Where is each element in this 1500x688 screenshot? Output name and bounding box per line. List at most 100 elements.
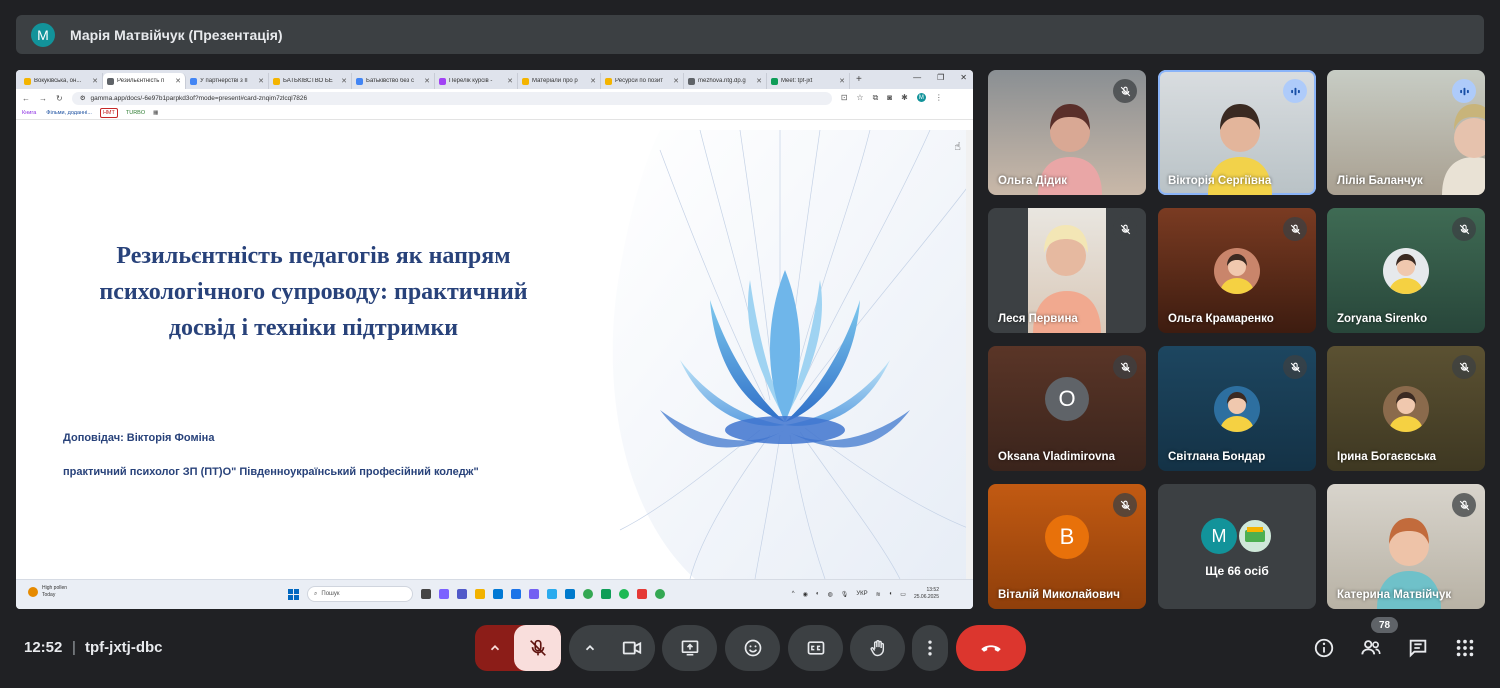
end-call-button[interactable] bbox=[956, 625, 1026, 671]
participant-name: Ірина Богаєвська bbox=[1337, 451, 1437, 463]
site-info-icon: ⚙ bbox=[79, 95, 86, 102]
participant-tile[interactable]: В Віталій Миколайович bbox=[988, 484, 1146, 609]
weather-title: High pollen bbox=[42, 585, 68, 591]
taskbar-apps: ⌕ Пошук bbox=[288, 586, 665, 602]
audio-options-button[interactable] bbox=[475, 625, 515, 671]
mic-off-icon bbox=[1290, 362, 1300, 372]
slide-speaker: Доповідач: Вікторія Фоміна bbox=[63, 432, 215, 444]
meeting-details-button[interactable] bbox=[1311, 635, 1337, 661]
presentation-slide: Резильєнтність педагогів як напрям психо… bbox=[16, 130, 973, 579]
browser-tab-label: БАТЬКІВСТВО БЕ bbox=[283, 78, 333, 84]
hand-icon bbox=[870, 639, 884, 657]
people-button[interactable] bbox=[1358, 635, 1384, 661]
browser-tab: Ресурси по позит ✕ bbox=[601, 73, 684, 89]
task-view-icon bbox=[421, 589, 431, 599]
participant-tile[interactable]: Леся Первина bbox=[988, 208, 1146, 333]
forward-icon: → bbox=[39, 93, 47, 103]
participant-tile[interactable]: Лілія Баланчук bbox=[1327, 70, 1485, 195]
favicon-icon bbox=[688, 77, 695, 85]
chrome-icon bbox=[583, 589, 593, 599]
star-icon: ☆ bbox=[856, 93, 864, 102]
viber-icon bbox=[529, 589, 539, 599]
mic-tray-icon: 🎙 bbox=[840, 591, 849, 598]
mic-muted-indicator bbox=[1283, 217, 1307, 241]
meeting-controls-bar: 12:52 | tpf-jxtj-dbc 78 bbox=[0, 617, 1500, 676]
tray-icon: ◐ bbox=[815, 591, 820, 597]
address-icons: ⊡ ☆ ⧉ ◙ ✱ М ⋮ bbox=[841, 93, 943, 103]
mic-muted-indicator bbox=[1113, 355, 1137, 379]
participant-name: Oksana Vladimirovna bbox=[998, 451, 1115, 463]
favicon-icon bbox=[107, 77, 114, 85]
participant-tile[interactable]: Ольга Дідик bbox=[988, 70, 1146, 195]
shared-screen[interactable]: Вокуківська, он... ✕ Резильєнтність п ✕ У па… bbox=[16, 70, 973, 609]
bookmark-item: НМТ bbox=[99, 108, 118, 118]
system-tray: ^ ◉ ◐ ◍ 🎙 УКР ≋ ◖ ▭ 13:52 25.06.2025 bbox=[792, 587, 939, 601]
camera-toggle-button[interactable] bbox=[609, 625, 655, 671]
browser-tab: Meet: tpf-jxt ✕ bbox=[767, 73, 850, 89]
weather-widget: High pollen Today bbox=[28, 585, 67, 599]
reactions-button[interactable] bbox=[725, 625, 780, 671]
app-icon bbox=[601, 589, 611, 599]
favicon-icon bbox=[605, 77, 612, 85]
browser-tab: БАТЬКІВСТВО БЕ ✕ bbox=[269, 73, 352, 89]
speaking-indicator bbox=[1283, 79, 1307, 103]
mic-toggle-button[interactable] bbox=[514, 625, 561, 671]
participant-tile[interactable]: Ірина Богаєвська bbox=[1327, 346, 1485, 471]
participant-name: Віталій Миколайович bbox=[998, 589, 1120, 601]
close-tab-icon: ✕ bbox=[839, 78, 845, 85]
slide-title: Резильєнтність педагогів як напрям психо… bbox=[99, 243, 528, 341]
close-tab-icon: ✕ bbox=[341, 78, 347, 85]
more-participants-tile[interactable]: М Ще 66 осіб bbox=[1158, 484, 1316, 609]
participant-tile[interactable]: Світлана Бондар bbox=[1158, 346, 1316, 471]
separator: | bbox=[72, 639, 76, 656]
battery-icon: ▭ bbox=[900, 591, 906, 598]
window-controls: — ❐ ✕ bbox=[913, 73, 967, 82]
app-icon bbox=[637, 589, 647, 599]
taskbar-search: ⌕ Пошук bbox=[307, 586, 413, 602]
install-icon: ⊡ bbox=[840, 93, 848, 102]
extension-icon: ⧉ bbox=[872, 93, 879, 102]
more-avatar-photo bbox=[1237, 518, 1273, 554]
activities-button[interactable] bbox=[1452, 635, 1478, 661]
windows-start-icon bbox=[288, 588, 299, 600]
close-window-icon: ✕ bbox=[960, 73, 967, 82]
raise-hand-button[interactable] bbox=[850, 625, 905, 671]
chat-icon bbox=[1409, 639, 1427, 658]
browser-tab-label: Батьківство без с bbox=[366, 78, 414, 84]
participant-tile[interactable]: Ольга Крамаренко bbox=[1158, 208, 1316, 333]
spotify-icon bbox=[619, 589, 629, 599]
browser-tabstrip: Вокуківська, он... ✕ Резильєнтність п ✕ У па… bbox=[16, 70, 973, 89]
pollen-icon bbox=[28, 587, 38, 597]
participant-tile[interactable]: O Oksana Vladimirovna bbox=[988, 346, 1146, 471]
meeting-code: tpf-jxtj-dbc bbox=[85, 639, 163, 656]
participant-tile[interactable]: Катерина Матвійчук bbox=[1327, 484, 1485, 609]
video-options-button[interactable] bbox=[569, 625, 611, 671]
apps-grid-icon bbox=[1456, 639, 1474, 657]
tray-icon: ◍ bbox=[827, 591, 833, 598]
present-screen-button[interactable] bbox=[662, 625, 717, 671]
chat-button[interactable] bbox=[1405, 635, 1431, 661]
captions-button[interactable] bbox=[788, 625, 843, 671]
more-options-button[interactable] bbox=[912, 625, 948, 671]
participant-tile[interactable]: Zoryana Sirenko bbox=[1327, 208, 1485, 333]
close-tab-icon: ✕ bbox=[590, 78, 596, 85]
hang-up-icon bbox=[981, 645, 1001, 652]
back-icon: ← bbox=[22, 93, 30, 103]
participant-tile[interactable]: Вікторія Сергіївна bbox=[1158, 70, 1316, 195]
chevron-up-icon: ^ bbox=[791, 591, 795, 597]
store-icon bbox=[493, 589, 503, 599]
participant-avatar: В bbox=[1045, 514, 1089, 559]
participant-name: Леся Первина bbox=[998, 313, 1078, 325]
close-tab-icon: ✕ bbox=[673, 78, 679, 85]
participant-name: Zoryana Sirenko bbox=[1337, 313, 1428, 325]
browser-tab-label: Ресурси по позит bbox=[615, 78, 663, 84]
taskbar-time: 13:52 bbox=[926, 587, 939, 593]
favicon-icon bbox=[24, 77, 31, 85]
mic-off-icon bbox=[1290, 224, 1300, 234]
copilot-icon bbox=[439, 589, 449, 599]
camera-control-group bbox=[569, 625, 655, 671]
mic-muted-indicator bbox=[1113, 493, 1137, 517]
mic-off-icon bbox=[1120, 362, 1130, 372]
slide-scrollbar[interactable] bbox=[966, 130, 973, 579]
browser-tab: Вокуківська, он... ✕ bbox=[20, 73, 103, 89]
